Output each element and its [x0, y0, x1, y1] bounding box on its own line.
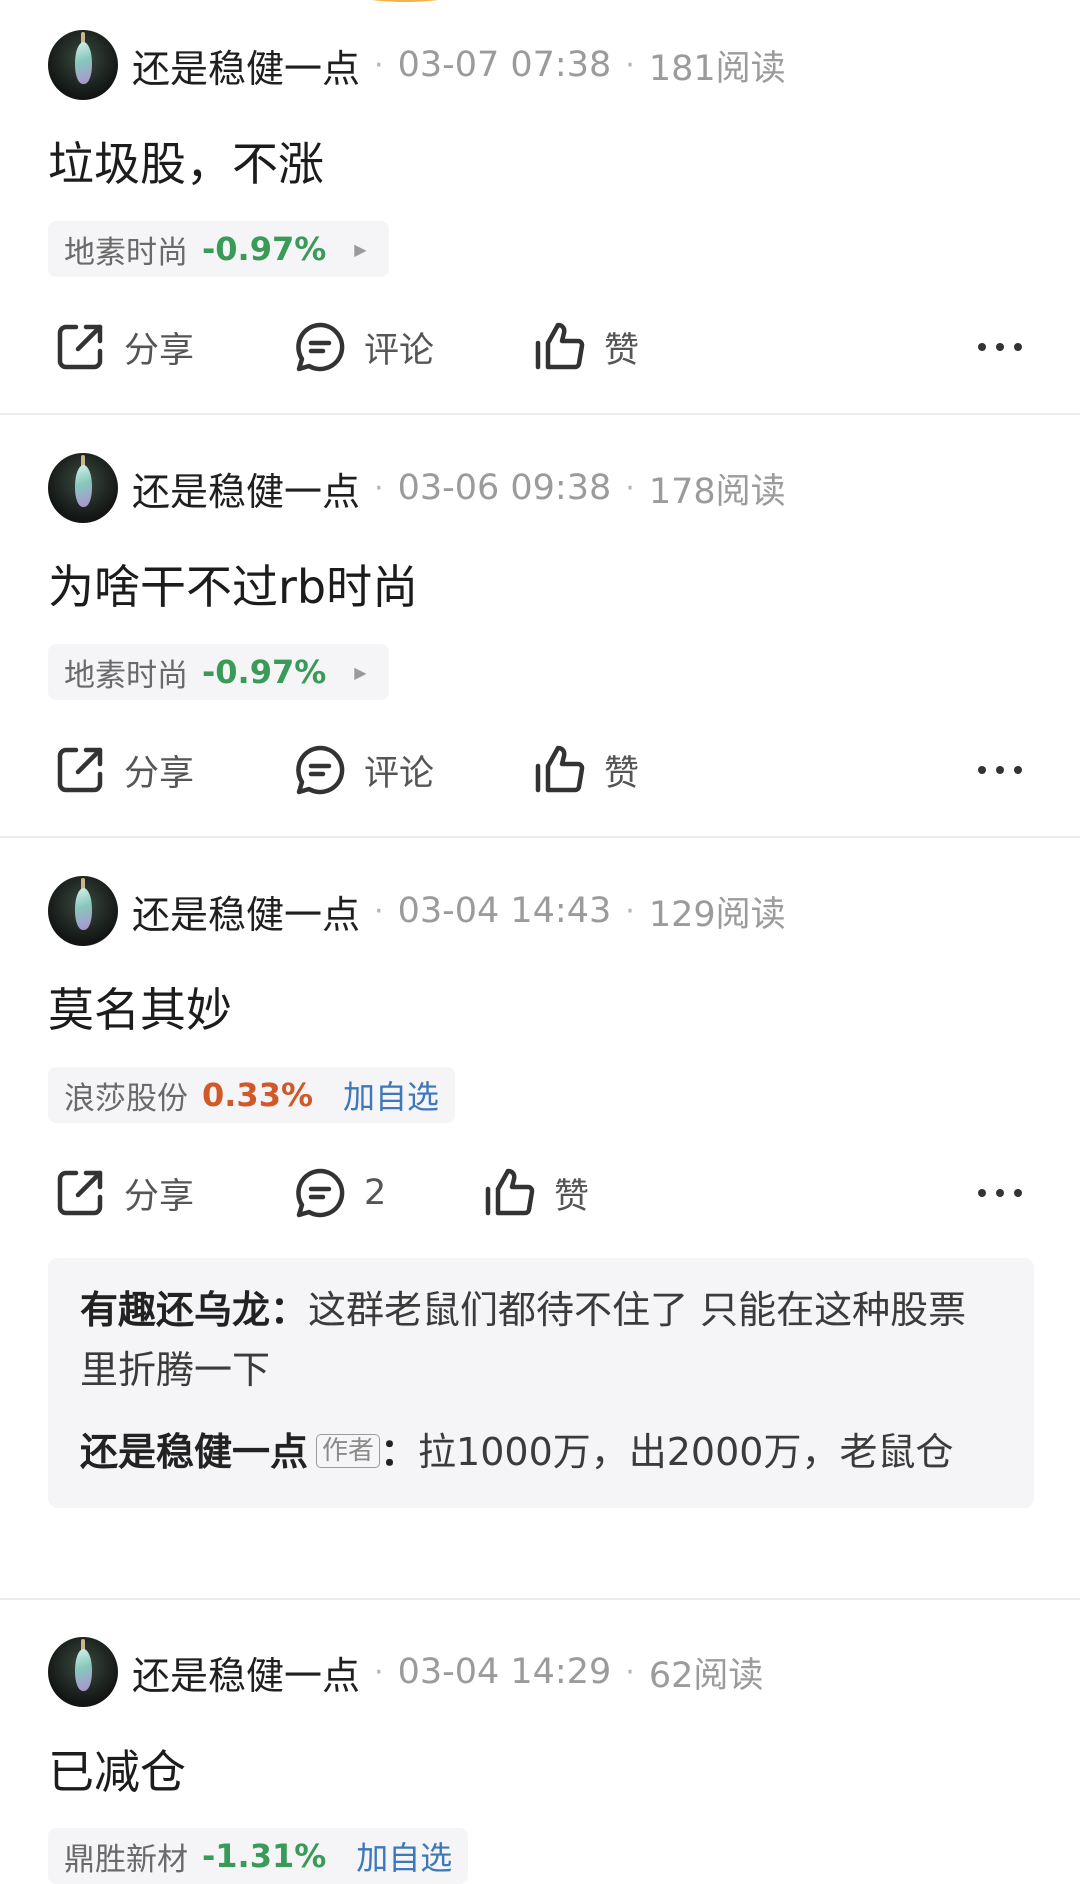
comment-colon: ： [380, 1430, 419, 1474]
meta-separator: · [374, 47, 384, 83]
comment-icon [296, 1168, 345, 1218]
meta-separator: · [374, 893, 384, 929]
action-bar: 分享 2 赞 [0, 1158, 1080, 1228]
stock-name: 地素时尚 [64, 657, 188, 694]
share-button[interactable]: 分享 [52, 312, 194, 382]
post-time: 03-04 14:29 [397, 1652, 612, 1692]
action-bar: 分享 评论 赞 [0, 312, 1080, 382]
comment-text: 拉1000万，出2000万，老鼠仓 [418, 1430, 954, 1474]
add-watchlist-button[interactable]: 加自选 [356, 1833, 452, 1879]
username[interactable]: 还是稳健一点 [132, 38, 360, 93]
post-content[interactable]: 为啥干不过rb时尚 [48, 551, 418, 617]
comment-author[interactable]: 有趣还乌龙 [80, 1288, 270, 1332]
more-button[interactable] [970, 735, 1030, 805]
more-button[interactable] [970, 1158, 1030, 1228]
read-count: 129阅读 [648, 894, 786, 935]
comment-item[interactable]: 还是稳健一点 作者 ：拉1000万，出2000万，老鼠仓 [80, 1422, 1002, 1482]
like-label: 赞 [554, 1176, 590, 1217]
read-count: 178阅读 [648, 471, 786, 512]
share-button[interactable]: 分享 [52, 1158, 194, 1228]
stock-change: 0.33% [202, 1076, 314, 1114]
comment-item[interactable]: 有趣还乌龙：这群老鼠们都待不住了 只能在这种股票里折腾一下 [80, 1280, 1002, 1400]
meta-separator: · [625, 470, 635, 506]
username[interactable]: 还是稳健一点 [132, 1645, 360, 1700]
like-label: 赞 [604, 753, 640, 794]
read-count: 181阅读 [648, 48, 786, 89]
comment-colon: ： [270, 1288, 309, 1332]
play-arrow-icon: ▶ [354, 662, 367, 682]
post-divider [0, 836, 1080, 838]
meta-separator: · [625, 893, 635, 929]
like-button[interactable]: 赞 [482, 1158, 589, 1228]
comment-count: 2 [364, 1173, 387, 1213]
thumbs-up-icon [535, 322, 585, 370]
share-label: 分享 [124, 1176, 195, 1217]
read-count: 62阅读 [648, 1655, 764, 1696]
more-dots-icon [978, 1189, 1022, 1197]
post-divider [0, 413, 1080, 415]
more-dots-icon [978, 766, 1022, 774]
share-label: 分享 [124, 753, 195, 794]
meta-separator: · [374, 1654, 384, 1690]
stock-tag[interactable]: 鼎胜新材 -1.31% 加自选 [48, 1828, 469, 1884]
thumbs-up-icon [485, 1168, 535, 1216]
meta-separator: · [374, 470, 384, 506]
avatar[interactable] [48, 1637, 118, 1707]
scrolled-content-peek [355, 0, 455, 2]
stock-name: 鼎胜新材 [64, 1841, 188, 1878]
stock-tag[interactable]: 浪莎股份 0.33% 加自选 [48, 1067, 456, 1123]
post-content[interactable]: 莫名其妙 [48, 974, 232, 1040]
share-button[interactable]: 分享 [52, 735, 194, 805]
meta-separator: · [625, 1654, 635, 1690]
more-button[interactable] [970, 312, 1030, 382]
post-time: 03-06 09:38 [397, 468, 612, 508]
like-button[interactable]: 赞 [532, 312, 639, 382]
author-badge: 作者 [316, 1434, 381, 1468]
username[interactable]: 还是稳健一点 [132, 884, 360, 939]
comment-button[interactable]: 评论 [292, 735, 434, 805]
username[interactable]: 还是稳健一点 [132, 461, 360, 516]
post-meta: 还是稳健一点 · 03-06 09:38 · 178阅读 [132, 453, 786, 523]
stock-change: -1.31% [202, 1837, 327, 1875]
post-meta: 还是稳健一点 · 03-04 14:43 · 129阅读 [132, 876, 786, 946]
post-time: 03-04 14:43 [397, 891, 612, 931]
like-button[interactable]: 赞 [532, 735, 639, 805]
comment-icon [296, 322, 345, 372]
post-meta: 还是稳健一点 · 03-04 14:29 · 62阅读 [132, 1637, 763, 1707]
stock-tag[interactable]: 地素时尚 -0.97% ▶ [48, 221, 389, 277]
comments-preview[interactable]: 有趣还乌龙：这群老鼠们都待不住了 只能在这种股票里折腾一下 还是稳健一点 作者 ：拉… [48, 1258, 1034, 1508]
share-icon [57, 747, 103, 793]
share-icon [57, 324, 103, 370]
comment-label: 评论 [364, 330, 435, 371]
stock-tag[interactable]: 地素时尚 -0.97% ▶ [48, 644, 389, 700]
more-dots-icon [978, 343, 1022, 351]
avatar[interactable] [48, 453, 118, 523]
action-bar: 分享 评论 赞 [0, 735, 1080, 805]
post-content[interactable]: 已减仓 [48, 1736, 186, 1802]
avatar[interactable] [48, 30, 118, 100]
comment-icon [296, 745, 345, 795]
post-content[interactable]: 垃圾股，不涨 [48, 128, 324, 194]
share-icon [57, 1170, 103, 1216]
like-label: 赞 [604, 330, 640, 371]
add-watchlist-button[interactable]: 加自选 [343, 1072, 439, 1118]
stock-change: -0.97% [202, 230, 327, 268]
post-time: 03-07 07:38 [397, 45, 612, 85]
post-meta: 还是稳健一点 · 03-07 07:38 · 181阅读 [132, 30, 786, 100]
thumbs-up-icon [535, 745, 585, 793]
stock-name: 地素时尚 [64, 234, 188, 271]
share-label: 分享 [124, 330, 195, 371]
comment-button[interactable]: 2 [292, 1158, 386, 1228]
avatar[interactable] [48, 876, 118, 946]
meta-separator: · [625, 47, 635, 83]
comment-label: 评论 [364, 753, 435, 794]
play-arrow-icon: ▶ [354, 239, 367, 259]
stock-change: -0.97% [202, 653, 327, 691]
post-divider [0, 1598, 1080, 1600]
comment-author[interactable]: 还是稳健一点 [80, 1430, 308, 1474]
stock-name: 浪莎股份 [64, 1080, 188, 1117]
comment-button[interactable]: 评论 [292, 312, 434, 382]
